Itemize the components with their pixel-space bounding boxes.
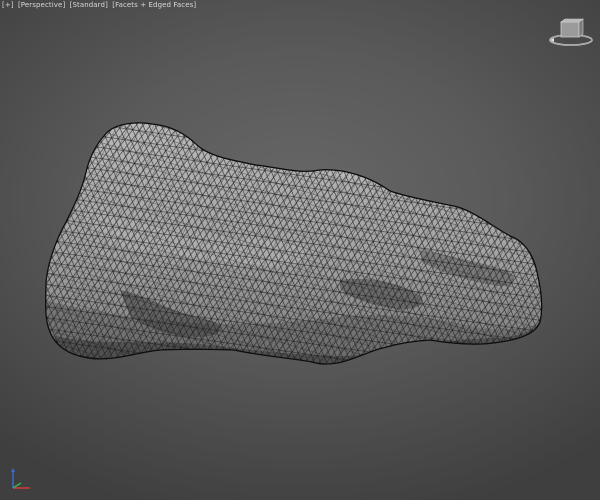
viewport-label[interactable]: [+] [Perspective] [Standard] [Facets + E… bbox=[2, 1, 198, 9]
viewport-menu-shading-standard[interactable]: [Standard] bbox=[70, 1, 108, 9]
viewport-menu-plus[interactable]: [+] bbox=[2, 1, 14, 9]
axis-tripod-icon bbox=[11, 468, 30, 489]
viewport-menu-perspective[interactable]: [Perspective] bbox=[18, 1, 65, 9]
viewcube-icon[interactable] bbox=[548, 16, 594, 50]
perspective-viewport[interactable]: [+] [Perspective] [Standard] [Facets + E… bbox=[0, 0, 600, 500]
rock-mesh[interactable] bbox=[0, 0, 600, 500]
viewport-menu-display-mode[interactable]: [Facets + Edged Faces] bbox=[112, 1, 196, 9]
